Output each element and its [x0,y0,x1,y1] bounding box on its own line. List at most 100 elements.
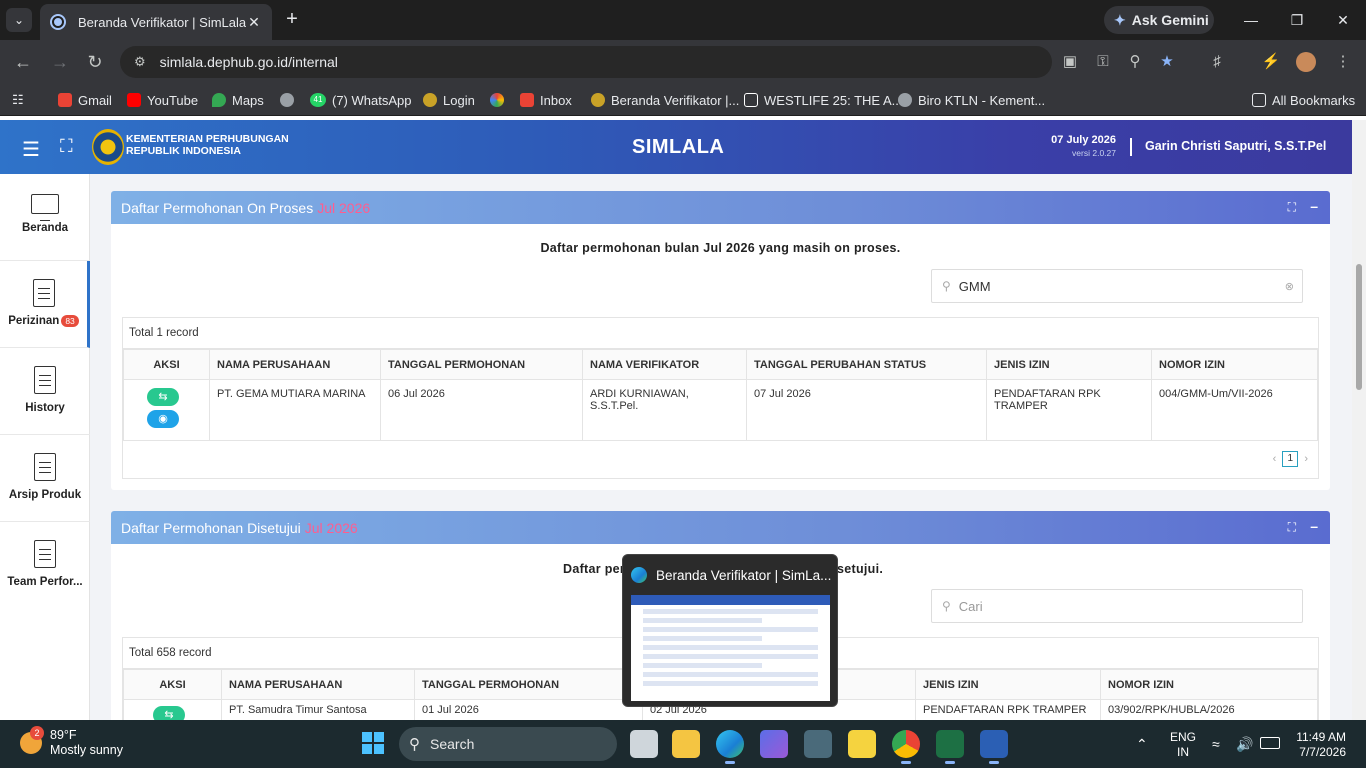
search-input[interactable]: ⚲ Cari [931,589,1303,623]
language-indicator[interactable]: ENG IN [1170,730,1196,760]
next-page-button[interactable]: › [1304,453,1308,465]
volume-icon[interactable]: 🔊 [1236,736,1253,753]
taskbar-preview-popup[interactable]: Beranda Verifikator | SimLa... [622,554,838,707]
sidebar-item-perizinan[interactable]: Perizinan 83 [0,261,90,348]
column-header[interactable]: NAMA PERUSAHAAN [209,349,381,380]
bookmark-biro-ktln[interactable]: Biro KTLN - Kement... [898,90,1045,110]
expand-card-icon[interactable]: ⛶ [1288,200,1296,215]
bookmark-westlife[interactable]: WESTLIFE 25: THE A... [744,90,902,110]
close-tab-icon[interactable]: ✕ [246,14,262,31]
ministry-line2: REPUBLIK INDONESIA [126,145,241,157]
permit-type-cell: PENDAFTARAN RPK TRAMPER [986,379,1152,441]
bookmark-beranda[interactable]: Beranda Verifikator |... [591,90,739,110]
tab-search-button[interactable]: ⌄ [6,8,32,32]
sidebar-item-history[interactable]: History [0,348,90,435]
column-header[interactable]: NOMOR IZIN [1151,349,1318,380]
bookmark-whatsapp[interactable]: 41 (7) WhatsApp [310,90,411,110]
back-button[interactable]: ← [11,50,35,74]
site-info-icon[interactable]: ⚙ [134,54,146,70]
sidebar-item-label: History [25,402,65,414]
permit-type-cell: PENDAFTARAN RPK TRAMPER [915,699,1101,720]
close-window-button[interactable]: ✕ [1328,8,1358,32]
sidebar-item-arsip-produk[interactable]: Arsip Produk [0,435,90,522]
column-header[interactable]: NOMOR IZIN [1100,669,1318,700]
hamburger-menu-icon[interactable]: ☰ [22,137,40,162]
sidebar-item-beranda[interactable]: Beranda [0,174,90,261]
app-title: SIMLALA [632,136,725,158]
minimize-button[interactable]: — [1236,8,1266,32]
reload-button[interactable]: ↻ [83,50,107,74]
page-number[interactable]: 1 [1282,451,1299,467]
clear-search-icon[interactable]: ⊗ [1285,280,1294,293]
apps-grid-icon[interactable]: ☷ [12,90,24,110]
view-button[interactable]: ◉ [147,410,179,428]
sidebar-item-team-performance[interactable]: Team Perfor... [0,522,90,609]
excel-icon[interactable] [936,730,964,764]
performance-icon[interactable]: ⚡ [1261,52,1281,72]
sticky-notes-icon[interactable] [848,730,876,758]
extensions-icon[interactable]: ♯ [1207,52,1227,72]
table-row: ⇆ ◉ PT. GEMA MUTIARA MARINA 06 Jul 2026 … [123,379,1318,441]
preview-thumbnail[interactable] [631,595,830,701]
chrome-menu-icon[interactable]: ⋮ [1333,52,1353,72]
bookmark-login[interactable]: Login [423,90,475,110]
gemini-icon: ✦ [1114,11,1126,28]
bookmark-youtube[interactable]: YouTube [127,90,198,110]
forward-button[interactable]: → [48,50,72,74]
install-app-icon[interactable]: ▣ [1060,52,1080,72]
column-header[interactable]: TANGGAL PERUBAHAN STATUS [746,349,987,380]
fullscreen-icon[interactable]: ⛶ [60,136,73,157]
windows-start-icon[interactable] [362,732,384,754]
all-bookmarks[interactable]: All Bookmarks [1252,90,1355,110]
maximize-button[interactable]: ❐ [1282,8,1312,32]
collapse-card-icon[interactable]: – [1310,198,1318,214]
bookmark-maps[interactable]: Maps [212,90,264,110]
bookmark-gmail[interactable]: Gmail [58,90,112,110]
task-view-icon[interactable] [630,730,658,758]
user-name[interactable]: Garin Christi Saputri, S.S.T.Pel [1145,139,1326,153]
profile-avatar[interactable] [1296,52,1316,72]
prev-page-button[interactable]: ‹ [1273,453,1277,465]
weather-widget[interactable]: 2 89°F Mostly sunny [20,726,123,758]
zoom-icon[interactable]: ⚲ [1125,52,1145,72]
file-explorer-icon[interactable] [672,730,700,758]
youtube-icon [127,93,141,107]
clock[interactable]: 11:49 AM 7/7/2026 [1294,730,1346,760]
chrome-icon[interactable] [892,730,920,764]
password-key-icon[interactable]: ⚿ [1093,52,1113,72]
copilot-icon[interactable] [760,730,788,758]
page-scrollbar[interactable] [1352,120,1366,720]
battery-icon[interactable] [1260,737,1280,749]
taskbar-search[interactable]: ⚲ Search [399,727,617,761]
address-bar[interactable]: ⚙ simlala.dephub.go.id/internal [120,46,1052,78]
ministry-line1: KEMENTERIAN PERHUBUNGAN [126,133,289,145]
collapse-card-icon[interactable]: – [1310,518,1318,534]
column-header[interactable]: TANGGAL PERMOHONAN [380,349,583,380]
process-button[interactable]: ⇆ [147,388,179,406]
process-button[interactable]: ⇆ [153,706,185,720]
wifi-icon[interactable]: ≈ [1212,736,1220,752]
windows-taskbar: 2 89°F Mostly sunny ⚲ Search ⌃ ENG IN ≈ … [0,720,1366,768]
column-header[interactable]: JENIS IZIN [915,669,1101,700]
card-header: Daftar Permohonan On Proses Jul 2026 ⛶ – [111,191,1330,224]
active-tab[interactable]: Beranda Verifikator | SimLala ✕ [40,4,272,40]
bookmark-photos[interactable] [490,90,510,110]
edge-browser-icon[interactable] [716,730,744,764]
camera-icon[interactable] [804,730,832,758]
expand-card-icon[interactable]: ⛶ [1288,520,1296,535]
word-icon[interactable] [980,730,1008,764]
new-tab-button[interactable]: + [282,8,302,32]
scrollbar-thumb[interactable] [1356,264,1362,390]
column-header[interactable]: NAMA VERIFIKATOR [582,349,747,380]
column-header[interactable]: TANGGAL PERMOHONAN [414,669,643,700]
total-records: Total 1 record [123,318,1318,349]
column-header[interactable]: JENIS IZIN [986,349,1152,380]
ask-gemini-button[interactable]: ✦ Ask Gemini [1104,6,1214,34]
show-hidden-icons[interactable]: ⌃ [1136,736,1148,753]
bookmark-inbox[interactable]: Inbox [520,90,572,110]
bookmark-star-icon[interactable]: ★ [1157,52,1177,72]
column-header[interactable]: NAMA PERUSAHAAN [221,669,415,700]
sidebar-item-label: Beranda [21,222,69,234]
bookmark-globe[interactable] [280,90,300,110]
search-input[interactable]: ⚲ GMM ⊗ [931,269,1303,303]
